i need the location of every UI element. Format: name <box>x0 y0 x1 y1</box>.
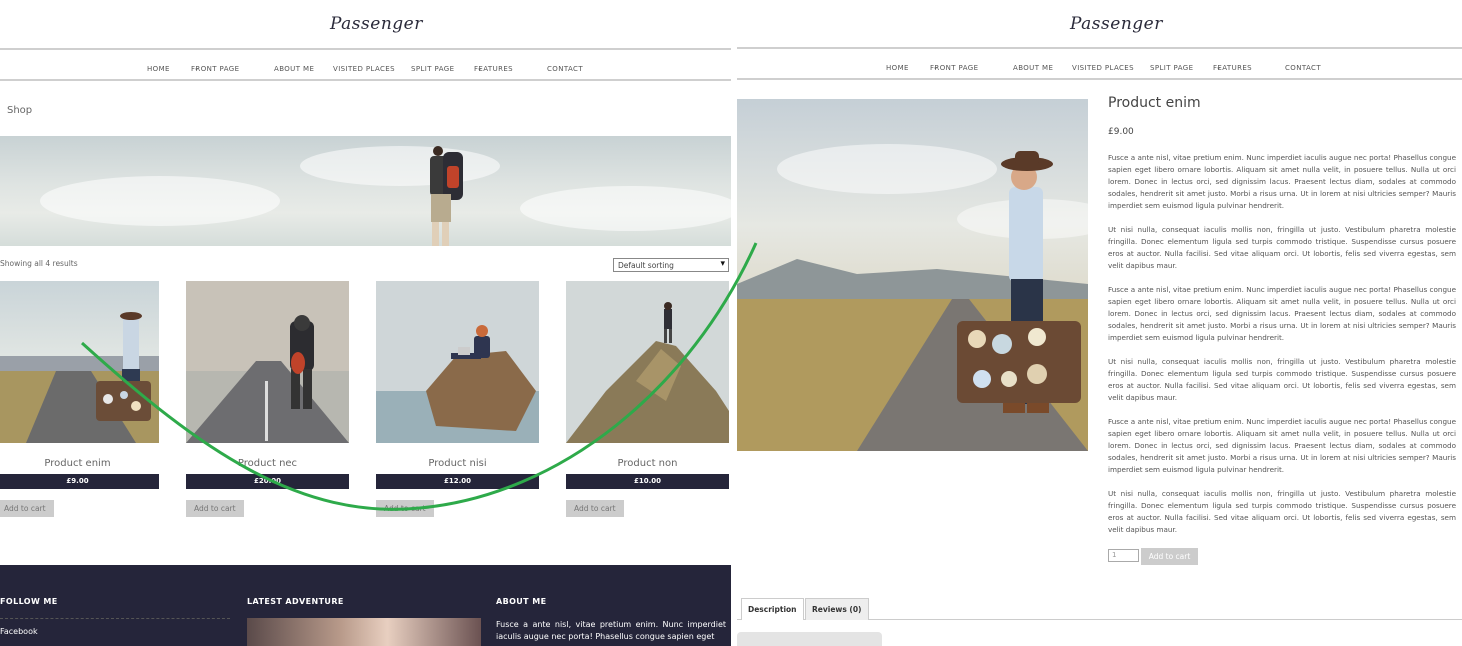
site-footer: FOLLOW ME Facebook LATEST ADVENTURE ABOU… <box>0 565 731 646</box>
shop-page-panel: Passenger HOME FRONT PAGE ⌄ ABOUT ME VISI… <box>0 0 731 646</box>
chevron-down-icon: ⌄ <box>194 65 200 72</box>
main-nav: HOME FRONT PAGE ⌄ ABOUT ME VISITED PLACES… <box>0 51 731 79</box>
add-to-cart-button[interactable]: Add to cart <box>186 500 244 517</box>
sorting-select[interactable]: Default sorting ▾ <box>613 258 729 272</box>
nav-divider-top <box>0 48 731 50</box>
site-logo[interactable]: Passenger <box>1070 14 1163 34</box>
footer-about-heading: ABOUT ME <box>496 597 547 606</box>
product-price: £10.00 <box>566 474 729 489</box>
product-card: Product nec £20.00 Add to cart <box>186 281 349 517</box>
product-description-paragraph: Ut nisi nulla, consequat iaculis mollis … <box>1108 225 1456 270</box>
nav-label: ABOUT ME <box>274 65 315 73</box>
product-card: Product non £10.00 Add to cart <box>566 281 729 517</box>
product-card: Product nisi £12.00 Add to cart <box>376 281 539 517</box>
nav-divider-bottom <box>737 78 1462 80</box>
quantity-input[interactable]: 1 <box>1108 549 1139 562</box>
nav-label: VISITED PLACES <box>1072 64 1134 72</box>
product-description-paragraph: Fusce a ante nisl, vitae pretium enim. N… <box>1108 417 1456 474</box>
chevron-down-icon: ⌄ <box>933 64 939 71</box>
main-nav: HOME FRONT PAGE ⌄ ABOUT ME VISITED PLACES… <box>737 50 1462 78</box>
footer-follow-heading: FOLLOW ME <box>0 597 58 606</box>
product-thumbnail[interactable] <box>186 281 349 443</box>
latest-adventure-image[interactable] <box>247 618 481 646</box>
product-price: £9.00 <box>1108 127 1134 137</box>
nav-label: SPLIT PAGE <box>411 65 455 73</box>
nav-divider-bottom <box>0 79 731 81</box>
tab-panel-description <box>737 632 882 646</box>
shop-hero-image <box>0 136 731 246</box>
nav-label: VISITED PLACES <box>333 65 395 73</box>
product-name[interactable]: Product nisi <box>376 458 539 469</box>
product-title: Product enim <box>1108 95 1201 111</box>
product-thumbnail[interactable] <box>0 281 159 443</box>
chevron-down-icon: ⌄ <box>1216 64 1222 71</box>
product-thumbnail[interactable] <box>376 281 539 443</box>
product-description-paragraph: Ut nisi nulla, consequat iaculis mollis … <box>1108 357 1456 402</box>
footer-facebook-link[interactable]: Facebook <box>0 627 38 636</box>
add-to-cart-button[interactable]: Add to cart <box>566 500 624 517</box>
nav-label: SPLIT PAGE <box>1150 64 1194 72</box>
add-to-cart-button[interactable]: Add to cart <box>0 500 54 517</box>
product-card: Product enim £9.00 Add to cart <box>0 281 159 517</box>
product-price: £20.00 <box>186 474 349 489</box>
nav-label: HOME <box>886 64 909 72</box>
product-price: £9.00 <box>0 474 159 489</box>
product-thumbnail[interactable] <box>566 281 729 443</box>
backpacker-figure <box>430 146 463 246</box>
product-description-paragraph: Ut nisi nulla, consequat iaculis mollis … <box>1108 489 1456 534</box>
product-name[interactable]: Product enim <box>0 458 159 469</box>
results-count: Showing all 4 results <box>0 259 78 268</box>
tab-reviews[interactable]: Reviews (0) <box>805 598 869 620</box>
product-description-paragraph: Fusce a ante nisl, vitae pretium enim. N… <box>1108 285 1456 342</box>
site-logo[interactable]: Passenger <box>330 14 423 34</box>
nav-label: ABOUT ME <box>1013 64 1054 72</box>
breadcrumb: Shop <box>7 105 33 116</box>
nav-divider-top <box>737 47 1462 49</box>
product-name[interactable]: Product non <box>566 458 729 469</box>
footer-adventure-heading: LATEST ADVENTURE <box>247 597 344 606</box>
product-price: £12.00 <box>376 474 539 489</box>
product-page-panel: Passenger HOME FRONT PAGE ⌄ ABOUT ME VISI… <box>737 0 1462 646</box>
tab-description[interactable]: Description <box>741 598 804 620</box>
chevron-down-icon: ⌄ <box>477 65 483 72</box>
select-arrow-icon: ▾ <box>720 259 725 269</box>
footer-divider <box>0 618 230 619</box>
footer-about-text: Fusce a ante nisl, vitae pretium enim. N… <box>496 620 726 641</box>
nav-label: CONTACT <box>1285 64 1321 72</box>
nav-label: CONTACT <box>547 65 583 73</box>
nav-label: HOME <box>147 65 170 73</box>
sorting-selected-value: Default sorting <box>618 261 674 270</box>
add-to-cart-button[interactable]: Add to cart <box>1141 548 1198 565</box>
product-main-image[interactable] <box>737 99 1088 451</box>
product-description-paragraph: Fusce a ante nisl, vitae pretium enim. N… <box>1108 153 1456 210</box>
add-to-cart-button[interactable]: Add to cart <box>376 500 434 517</box>
product-name[interactable]: Product nec <box>186 458 349 469</box>
